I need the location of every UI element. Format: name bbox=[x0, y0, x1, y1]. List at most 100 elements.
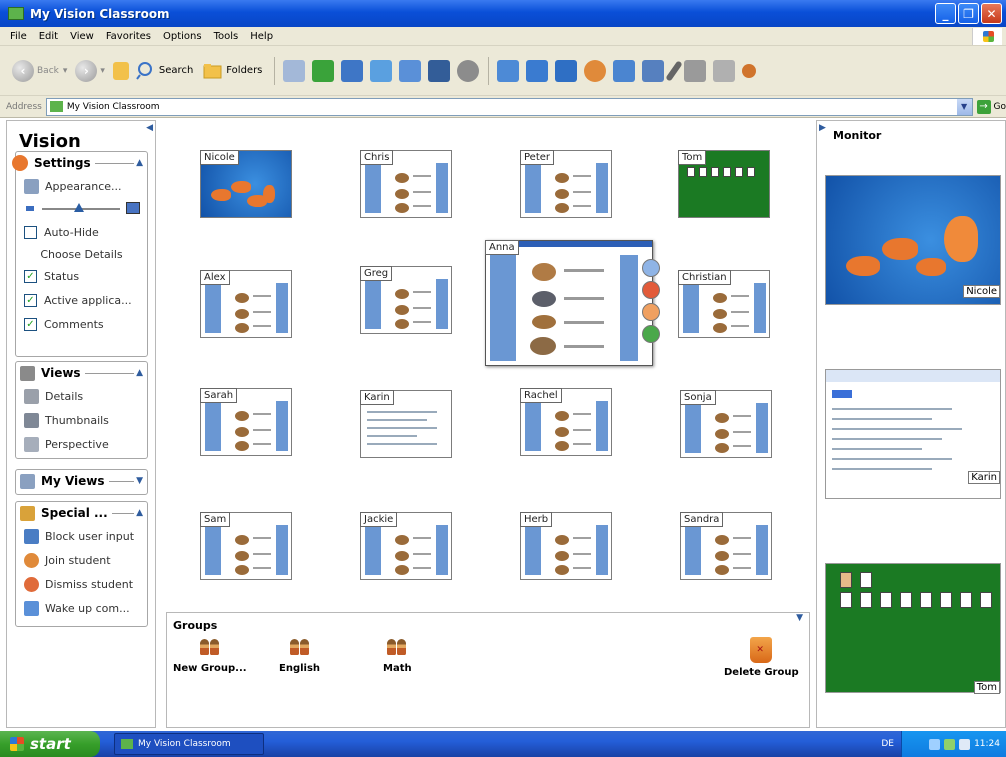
tray-volume-icon[interactable] bbox=[959, 738, 971, 750]
share-screen-icon[interactable] bbox=[399, 59, 422, 82]
join-icon[interactable] bbox=[642, 303, 660, 321]
search-button[interactable]: Search bbox=[136, 61, 193, 81]
show-screen-icon[interactable] bbox=[497, 59, 520, 82]
tray-network-icon[interactable] bbox=[929, 738, 941, 750]
up-folder-icon[interactable] bbox=[112, 61, 129, 80]
start-button[interactable]: start bbox=[0, 731, 100, 757]
address-dropdown-icon[interactable]: ▼ bbox=[956, 98, 972, 115]
refresh-icon[interactable] bbox=[642, 325, 660, 343]
close-button[interactable]: ✕ bbox=[981, 3, 1002, 24]
new-group-button[interactable]: New Group... bbox=[173, 637, 247, 674]
new-group-icon bbox=[199, 637, 221, 657]
app-limit-icon[interactable] bbox=[713, 59, 736, 82]
student-thumbnail-jackie[interactable]: Jackie bbox=[360, 512, 452, 580]
help-request-icon[interactable] bbox=[584, 59, 607, 82]
panel-collapse-icon[interactable]: ◀ bbox=[146, 123, 153, 133]
comments-detail-item[interactable]: ✓ Comments bbox=[16, 312, 147, 336]
size-slider[interactable] bbox=[16, 198, 147, 220]
student-thumbnail-greg[interactable]: Greg bbox=[360, 266, 452, 334]
dismiss-icon[interactable] bbox=[642, 281, 660, 299]
thumbnails-view-item[interactable]: Thumbnails bbox=[16, 408, 147, 432]
student-thumbnail-alex[interactable]: Alex bbox=[200, 270, 292, 338]
monitor-screen-karin[interactable]: Karin bbox=[825, 369, 1001, 499]
restore-button[interactable]: ❐ bbox=[958, 3, 979, 24]
monitor-collapse-icon[interactable]: ▶ bbox=[819, 123, 826, 133]
student-thumbnail-herb[interactable]: Herb bbox=[520, 512, 612, 580]
student-thumbnail-peter[interactable]: Peter bbox=[520, 150, 612, 218]
language-indicator[interactable]: DE bbox=[881, 739, 894, 749]
group-math[interactable]: Math bbox=[383, 637, 412, 674]
monitor-screen-tom[interactable]: Tom bbox=[825, 563, 1001, 694]
settings-header[interactable]: Settings ▲ bbox=[12, 152, 147, 174]
menu-favorites[interactable]: Favorites bbox=[100, 31, 157, 42]
menu-file[interactable]: File bbox=[4, 31, 33, 42]
menu-view[interactable]: View bbox=[64, 31, 100, 42]
student-thumbnail-anna-hover[interactable]: Anna bbox=[485, 240, 660, 366]
student-thumbnail-tom[interactable]: Tom bbox=[678, 150, 770, 218]
pencil-icon[interactable] bbox=[665, 59, 684, 82]
menu-help[interactable]: Help bbox=[244, 31, 279, 42]
group-english-label: English bbox=[279, 663, 321, 674]
slider-thumb[interactable] bbox=[74, 203, 84, 212]
blank-screen-icon[interactable] bbox=[428, 59, 451, 82]
auto-hide-checkbox[interactable] bbox=[24, 225, 37, 239]
check-icon[interactable] bbox=[642, 259, 660, 277]
wake-up-computer-item[interactable]: Wake up com... bbox=[16, 596, 147, 620]
minimize-button[interactable]: _ bbox=[935, 3, 956, 24]
delete-group-button[interactable]: Delete Group bbox=[724, 637, 799, 678]
back-button[interactable]: ‹ Back ▾ bbox=[12, 59, 67, 82]
perspective-view-item[interactable]: Perspective bbox=[16, 432, 147, 456]
test-icon[interactable] bbox=[613, 59, 636, 82]
active-application-checkbox[interactable]: ✓ bbox=[24, 293, 37, 307]
groups-collapse-icon[interactable]: ▼ bbox=[796, 613, 803, 623]
block-user-input-item[interactable]: Block user input bbox=[16, 524, 147, 548]
status-checkbox[interactable]: ✓ bbox=[24, 269, 37, 283]
student-thumbnail-chris[interactable]: Chris bbox=[360, 150, 452, 218]
taskbar-item-classroom[interactable]: My Vision Classroom bbox=[114, 733, 264, 755]
arrange-icon[interactable] bbox=[283, 59, 306, 82]
toolbar-separator bbox=[488, 56, 490, 85]
address-input[interactable]: My Vision Classroom ▼ bbox=[45, 97, 973, 116]
student-thumbnail-sonja[interactable]: Sonja bbox=[680, 390, 772, 458]
lock-icon[interactable] bbox=[642, 59, 665, 82]
remote-control-icon[interactable] bbox=[526, 59, 549, 82]
thumbnails-icon[interactable] bbox=[341, 59, 364, 82]
monitor-icon[interactable] bbox=[370, 59, 393, 82]
student-name: Chris bbox=[360, 150, 394, 165]
details-view-item[interactable]: Details bbox=[16, 384, 147, 408]
monitor-screen-nicole[interactable]: Nicole bbox=[825, 175, 1001, 305]
view-screen-icon[interactable] bbox=[555, 59, 578, 82]
student-thumbnail-sam[interactable]: Sam bbox=[200, 512, 292, 580]
student-thumbnail-sandra[interactable]: Sandra bbox=[680, 512, 772, 580]
forward-button[interactable]: › ▾ bbox=[75, 59, 105, 82]
tray-vision-icon[interactable] bbox=[944, 738, 956, 750]
timer-icon[interactable] bbox=[312, 59, 335, 82]
stop-icon[interactable] bbox=[457, 59, 480, 82]
active-application-detail-item[interactable]: ✓ Active applica... bbox=[16, 288, 147, 312]
student-thumbnail-rachel[interactable]: Rachel bbox=[520, 388, 612, 456]
student-thumbnail-sarah[interactable]: Sarah bbox=[200, 388, 292, 456]
comments-checkbox[interactable]: ✓ bbox=[24, 317, 37, 331]
views-header[interactable]: Views ▲ bbox=[16, 362, 147, 384]
status-detail-item[interactable]: ✓ Status bbox=[16, 264, 147, 288]
student-name: Nicole bbox=[200, 150, 239, 165]
group-english[interactable]: English bbox=[279, 637, 320, 674]
auto-hide-item[interactable]: Auto-Hide bbox=[16, 220, 147, 244]
student-thumbnail-nicole[interactable]: Nicole bbox=[200, 150, 292, 218]
join-student-item[interactable]: Join student bbox=[16, 548, 147, 572]
menu-tools[interactable]: Tools bbox=[208, 31, 245, 42]
special-header[interactable]: Special ... ▲ bbox=[16, 502, 147, 524]
go-button[interactable]: → Go bbox=[976, 99, 1006, 114]
web-limit-icon[interactable] bbox=[684, 59, 707, 82]
dismiss-student-item[interactable]: Dismiss student bbox=[16, 572, 147, 596]
taskbar-item-label: My Vision Classroom bbox=[138, 739, 231, 749]
appearance-item[interactable]: Appearance... bbox=[16, 174, 147, 198]
tools-icon[interactable] bbox=[742, 63, 757, 78]
menu-edit[interactable]: Edit bbox=[33, 31, 64, 42]
student-thumbnail-karin[interactable]: Karin bbox=[360, 390, 452, 458]
folders-button[interactable]: Folders bbox=[203, 62, 262, 80]
wake-up-icon bbox=[24, 600, 39, 616]
student-thumbnail-christian[interactable]: Christian bbox=[678, 270, 770, 338]
menu-options[interactable]: Options bbox=[157, 31, 208, 42]
my-views-header[interactable]: My Views ▼ bbox=[16, 470, 147, 492]
